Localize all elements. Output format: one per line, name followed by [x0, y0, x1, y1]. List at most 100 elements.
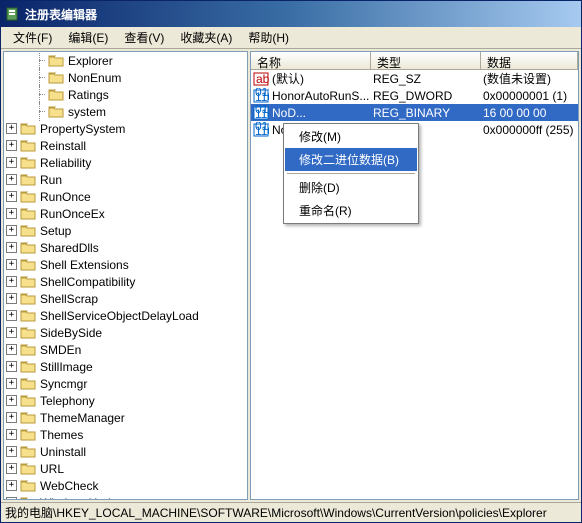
expand-button[interactable]: + [6, 123, 17, 134]
folder-icon [20, 292, 36, 305]
tree-item[interactable]: Ratings [4, 86, 247, 103]
col-header-name[interactable]: 名称 [251, 52, 371, 69]
list-row[interactable]: 011110HonorAutoRunS...REG_DWORD0x0000000… [251, 87, 578, 104]
folder-icon [20, 343, 36, 356]
tree-item[interactable]: NonEnum [4, 69, 247, 86]
statusbar: 我的电脑\HKEY_LOCAL_MACHINE\SOFTWARE\Microso… [1, 502, 581, 522]
col-header-type[interactable]: 类型 [371, 52, 481, 69]
list-row[interactable]: ab(默认)REG_SZ(数值未设置) [251, 70, 578, 87]
expand-button[interactable]: + [6, 174, 17, 185]
expand-button[interactable]: + [6, 480, 17, 491]
menu-file[interactable]: 文件(F) [5, 27, 60, 48]
tree-label: Telephony [39, 394, 96, 408]
titlebar[interactable]: 注册表编辑器 [1, 1, 581, 27]
tree-item[interactable]: +ShellCompatibility [4, 273, 247, 290]
tree-item[interactable]: +Uninstall [4, 443, 247, 460]
tree-label: StillImage [39, 360, 94, 374]
expand-button[interactable]: + [6, 344, 17, 355]
expand-button[interactable]: + [6, 293, 17, 304]
expand-button[interactable]: + [6, 446, 17, 457]
tree-label: system [67, 105, 107, 119]
tree-label: URL [39, 462, 65, 476]
list-panel[interactable]: 名称 类型 数据 ab(默认)REG_SZ(数值未设置)011110HonorA… [250, 51, 579, 500]
ctx-modify[interactable]: 修改(M) [285, 125, 417, 148]
binary-value-icon: 011110 [253, 88, 269, 104]
tree-item[interactable]: +Setup [4, 222, 247, 239]
value-data: (数值未设置) [483, 70, 578, 87]
expand-button[interactable]: + [6, 412, 17, 423]
expand-button[interactable]: + [6, 429, 17, 440]
tree-item[interactable]: +RunOnceEx [4, 205, 247, 222]
value-data: 16 00 00 00 [483, 106, 578, 120]
expand-button[interactable]: + [6, 361, 17, 372]
tree-item[interactable]: +PropertySystem [4, 120, 247, 137]
context-menu: 修改(M) 修改二进位数据(B) 删除(D) 重命名(R) [283, 123, 419, 224]
expand-button[interactable]: + [6, 276, 17, 287]
statusbar-path: 我的电脑\HKEY_LOCAL_MACHINE\SOFTWARE\Microso… [5, 504, 547, 521]
list-body[interactable]: ab(默认)REG_SZ(数值未设置)011110HonorAutoRunS..… [251, 70, 578, 499]
tree-item[interactable]: +ShellServiceObjectDelayLoad [4, 307, 247, 324]
expand-button[interactable]: + [6, 225, 17, 236]
expand-button[interactable]: + [6, 191, 17, 202]
tree-item[interactable]: + StillImage [4, 358, 247, 375]
expand-button[interactable]: + [6, 463, 17, 474]
menu-favorites[interactable]: 收藏夹(A) [172, 27, 240, 48]
tree-label: Reliability [39, 156, 92, 170]
folder-icon [20, 241, 36, 254]
col-header-data[interactable]: 数据 [481, 52, 578, 69]
tree-label: WindowsUpdate [39, 496, 128, 501]
tree-item[interactable]: + Reliability [4, 154, 247, 171]
tree-item[interactable]: +RunOnce [4, 188, 247, 205]
expand-button[interactable]: + [6, 208, 17, 219]
tree-label: Explorer [67, 54, 114, 68]
expand-button[interactable]: + [6, 140, 17, 151]
tree-item[interactable]: +WebCheck [4, 477, 247, 494]
expand-button[interactable]: + [6, 259, 17, 270]
tree-item[interactable]: +Themes [4, 426, 247, 443]
tree-item[interactable]: + SharedDlls [4, 239, 247, 256]
folder-icon [20, 190, 36, 203]
tree-item[interactable]: +Reinstall [4, 137, 247, 154]
expand-button[interactable]: + [6, 497, 17, 500]
tree-label: SideBySide [39, 326, 103, 340]
menu-edit[interactable]: 编辑(E) [60, 27, 116, 48]
menu-view[interactable]: 查看(V) [116, 27, 172, 48]
ctx-modify-binary[interactable]: 修改二进位数据(B) [285, 148, 417, 171]
tree-item[interactable]: +ShellScrap [4, 290, 247, 307]
svg-text:110: 110 [255, 107, 269, 121]
tree-connector [34, 106, 45, 117]
tree-panel[interactable]: ExplorerNonEnumRatings system+PropertySys… [3, 51, 248, 500]
tree-item[interactable]: +ThemeManager [4, 409, 247, 426]
value-name: (默认) [272, 70, 304, 87]
tree-label: SharedDlls [39, 241, 100, 255]
tree-item[interactable]: + URL [4, 460, 247, 477]
tree-item[interactable]: system [4, 103, 247, 120]
expand-button[interactable]: + [6, 242, 17, 253]
expand-button[interactable]: + [6, 395, 17, 406]
tree-item[interactable]: Explorer [4, 52, 247, 69]
tree-label: SMDEn [39, 343, 82, 357]
expand-button[interactable]: + [6, 157, 17, 168]
tree-item[interactable]: + SMDEn [4, 341, 247, 358]
menu-help[interactable]: 帮助(H) [240, 27, 297, 48]
value-type: REG_BINARY [373, 106, 483, 120]
tree-item[interactable]: + WindowsUpdate [4, 494, 247, 500]
list-row[interactable]: 011110NoD...REG_BINARY16 00 00 00 [251, 104, 578, 121]
ctx-delete[interactable]: 删除(D) [285, 176, 417, 199]
tree-item[interactable]: + Syncmgr [4, 375, 247, 392]
folder-icon [20, 139, 36, 152]
folder-icon [20, 394, 36, 407]
tree-item[interactable]: +Run [4, 171, 247, 188]
value-type: REG_SZ [373, 72, 483, 86]
expand-button[interactable]: + [6, 378, 17, 389]
ctx-rename[interactable]: 重命名(R) [285, 199, 417, 222]
expand-button[interactable]: + [6, 327, 17, 338]
tree-connector [34, 72, 45, 83]
folder-icon [20, 411, 36, 424]
app-icon [5, 6, 21, 22]
tree-item[interactable]: +Shell Extensions [4, 256, 247, 273]
tree-item[interactable]: + Telephony [4, 392, 247, 409]
tree-label: Syncmgr [39, 377, 88, 391]
expand-button[interactable]: + [6, 310, 17, 321]
tree-item[interactable]: + SideBySide [4, 324, 247, 341]
